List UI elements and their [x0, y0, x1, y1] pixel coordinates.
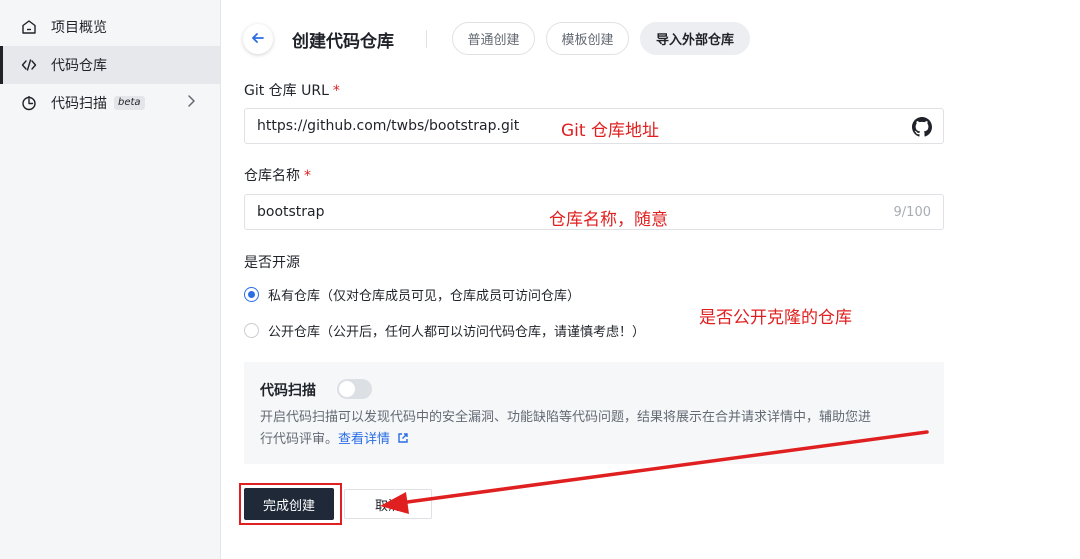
- annotation-arrow: [380, 430, 929, 514]
